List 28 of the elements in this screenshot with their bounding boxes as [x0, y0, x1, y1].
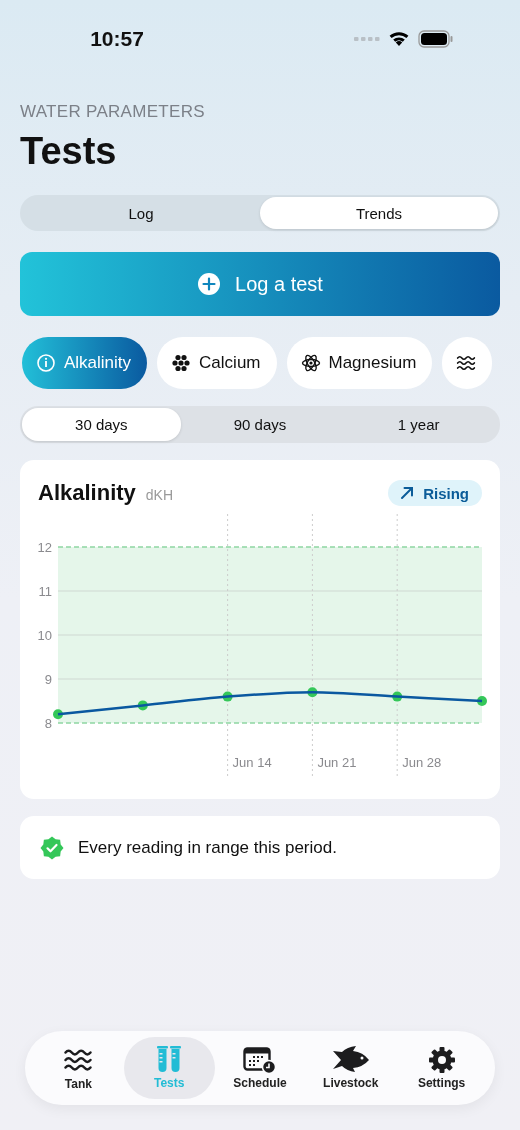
tab-bar-item[interactable]: Livestock: [305, 1037, 397, 1099]
page-title: Tests: [20, 130, 118, 173]
parameter-chip[interactable]: Calcium: [157, 337, 277, 389]
x-tick-label: Jun 21: [317, 755, 357, 770]
y-tick-label: 8: [44, 716, 52, 731]
parameter-chip[interactable]: Alkalinity: [22, 337, 148, 389]
chart-title: Alkalinity: [38, 480, 136, 506]
x-tick-label: Jun 28: [402, 755, 442, 770]
period-tab[interactable]: 30 days: [22, 408, 181, 441]
y-tick-label: 9: [44, 672, 52, 687]
y-tick-label: 11: [38, 584, 52, 599]
x-tick-label: Jun 14: [232, 755, 272, 770]
unit-label: dKH: [145, 487, 174, 503]
parameter-chip[interactable]: Magnesium: [286, 337, 433, 389]
y-tick-label: 10: [37, 628, 52, 643]
view-tab[interactable]: Trends: [260, 197, 498, 229]
tab-bar-item[interactable]: Schedule: [214, 1037, 306, 1099]
tab-bar-item[interactable]: Settings: [396, 1037, 487, 1099]
period-tab[interactable]: 90 days: [180, 408, 340, 441]
period-tab[interactable]: 1 year: [339, 408, 498, 441]
status-message: Every reading in range this period.: [78, 837, 337, 858]
y-tick-label: 12: [37, 540, 52, 555]
tab-bar-item[interactable]: Tank: [33, 1037, 124, 1099]
section-label: WATER PARAMETERS: [20, 102, 206, 122]
log-test-button[interactable]: Log a test: [20, 252, 500, 316]
status-time: 10:57: [89, 27, 145, 51]
trend-badge: Rising: [388, 480, 482, 506]
view-tab[interactable]: Log: [22, 197, 260, 229]
